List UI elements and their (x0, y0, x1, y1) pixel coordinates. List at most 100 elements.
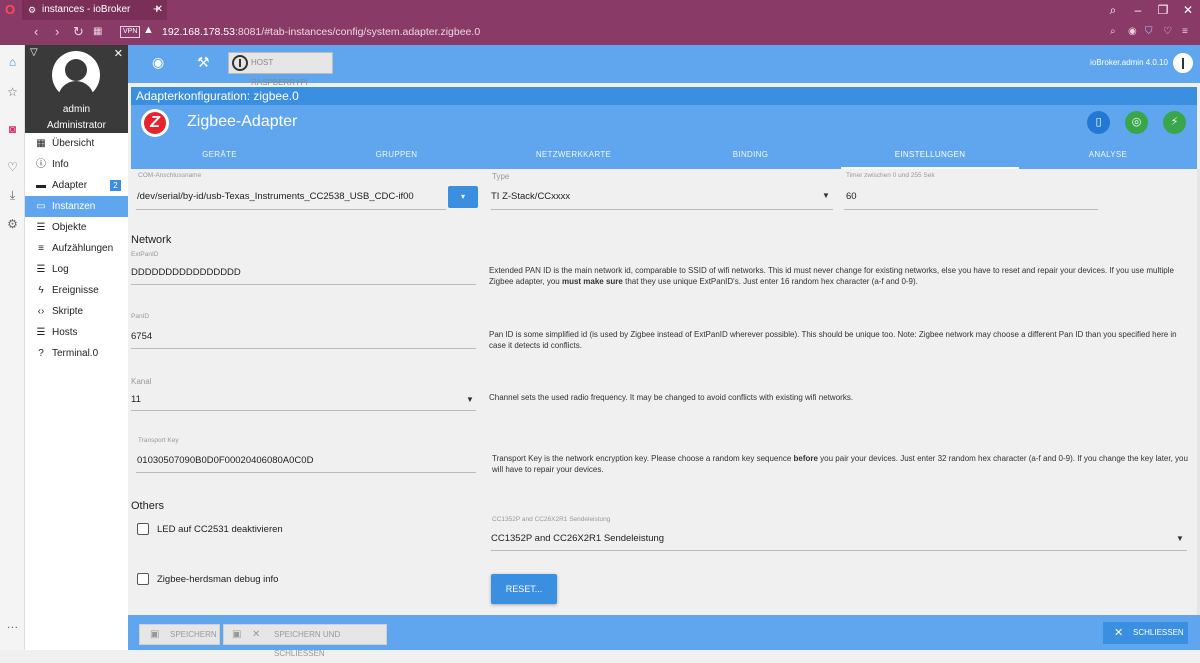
sidebar-item-ereignisse[interactable]: ϟ Ereignisse (25, 280, 128, 301)
sidebar-item-hosts[interactable]: ☰ Hosts (25, 322, 128, 343)
com-port-input[interactable]: /dev/serial/by-id/usb-Texas_Instruments_… (137, 191, 414, 202)
tab-gruppen[interactable]: GRUPPEN (308, 145, 485, 169)
browser-tab[interactable]: ⚙ instances - ioBroker ✕ (22, 0, 167, 20)
back-icon[interactable]: ‹ (34, 24, 38, 39)
save-icon: ▣ (150, 629, 160, 640)
address-bar: ‹ › ↻ ▦ VPN ▲ 192.168.178.53:8081/#tab-i… (0, 20, 1200, 45)
tab-einstellungen[interactable]: EINSTELLUNGEN (841, 145, 1019, 169)
iobroker-logo-icon[interactable] (1173, 53, 1193, 73)
transport-key-label: Transport Key (138, 437, 179, 444)
transport-help-bold: before (793, 454, 818, 463)
minimize-icon[interactable]: – (1125, 0, 1151, 20)
browser-titlebar: O ⚙ instances - ioBroker ✕ + ⌕ – ❐ ✕ (0, 0, 1200, 20)
sidebar-item-label: Info (52, 159, 69, 170)
type-underline (491, 209, 833, 210)
sidebar-item-uebersicht[interactable]: ▦ Übersicht (25, 133, 128, 154)
warning-icon[interactable]: ▲ (143, 24, 154, 36)
sidebar-item-instanzen[interactable]: ▭ Instanzen (25, 196, 128, 217)
cc-power-select[interactable]: CC1352P and CC26X2R1 Sendeleistung (491, 533, 664, 544)
eye-icon[interactable]: ◉ (152, 54, 164, 71)
sidebar-item-label: Log (52, 264, 69, 275)
com-port-dropdown-button[interactable]: ▾ (448, 186, 478, 208)
close-icon: ✕ (1114, 627, 1124, 639)
easy-setup-icon[interactable]: ≡ (1182, 26, 1188, 37)
tiles-icon[interactable]: ▦ (93, 26, 102, 37)
tab-geraete[interactable]: GERÄTE (131, 145, 308, 169)
sidebar-item-label: Adapter (52, 180, 88, 191)
sidebar-item-skripte[interactable]: ‹› Skripte (25, 301, 128, 322)
user-role: Administrator (47, 120, 106, 131)
extpanid-input[interactable]: DDDDDDDDDDDDDDDD (131, 267, 241, 278)
host-label: HOST RASPBERRYPI (251, 58, 308, 87)
download-icon[interactable]: ⤓ (5, 188, 20, 203)
heart-icon[interactable]: ♡ (1163, 26, 1172, 37)
settings-icon[interactable]: ⚙ (5, 217, 20, 232)
search-tabs-icon[interactable]: ⌕ (1100, 0, 1126, 20)
home-icon[interactable]: ⌂ (5, 55, 20, 70)
tab-netzwerkkarte[interactable]: NETZWERKKARTE (485, 145, 662, 169)
tab-binding[interactable]: BINDING (662, 145, 839, 169)
more-icon[interactable]: … (5, 617, 20, 632)
sidebar-item-label: Ereignisse (52, 285, 99, 296)
snapshot-icon[interactable]: ◉ (1128, 26, 1137, 37)
touchlink-icon[interactable]: ⚡ (1163, 111, 1186, 134)
close-icon: ✕ (252, 629, 261, 640)
sidebar-item-terminal[interactable]: ? Terminal.0 (25, 343, 128, 364)
wrench-icon[interactable]: ⚒ (197, 54, 210, 71)
instagram-icon[interactable]: ◙ (5, 122, 20, 137)
adapter-update-badge: 2 (110, 180, 121, 191)
led-checkbox[interactable] (137, 523, 149, 535)
pairing-code-icon[interactable]: ▯ (1087, 111, 1110, 134)
collapse-menu-icon[interactable]: ▽ (30, 47, 38, 58)
close-dialog-button[interactable]: ✕ SCHLIESSEN (1103, 622, 1188, 644)
history-heart-icon[interactable]: ♡ (5, 160, 20, 175)
close-window-icon[interactable]: ✕ (1175, 0, 1200, 20)
forward-icon[interactable]: › (55, 24, 59, 39)
timer-underline (844, 209, 1098, 210)
url-field[interactable]: 192.168.178.53:8081/#tab-instances/confi… (162, 26, 480, 38)
sidebar-item-label: Übersicht (52, 138, 95, 149)
com-port-underline (136, 209, 446, 210)
cc-power-chevron-down-icon[interactable]: ▼ (1176, 534, 1184, 543)
type-chevron-down-icon[interactable]: ▼ (822, 191, 830, 200)
transport-key-input[interactable]: 01030507090B0D0F00020406080A0C0D (137, 455, 313, 466)
maximize-icon[interactable]: ❐ (1150, 0, 1176, 20)
sidebar-item-aufzaehlungen[interactable]: ≡ Aufzählungen (25, 238, 128, 259)
grid-icon: ▦ (36, 138, 46, 149)
led-checkbox-label[interactable]: LED auf CC2531 deaktivieren (157, 524, 283, 535)
pairing-icon[interactable]: ◎ (1125, 111, 1148, 134)
new-tab-icon[interactable]: + (153, 1, 161, 16)
timer-input[interactable]: 60 (846, 191, 857, 202)
adapter-header: Z Zigbee-Adapter ▯ ◎ ⚡ GERÄTE GRUPPEN NE… (131, 105, 1197, 169)
host-selector[interactable]: HOST RASPBERRYPI (228, 52, 333, 87)
close-menu-icon[interactable]: ✕ (114, 47, 123, 60)
sidebar-item-info[interactable]: ⓘ Info (25, 154, 128, 175)
debug-checkbox[interactable] (137, 573, 149, 585)
shield-icon[interactable]: ⛉ (1145, 26, 1153, 37)
panid-input[interactable]: 6754 (131, 331, 152, 342)
star-icon[interactable]: ☆ (5, 85, 20, 100)
tab-analyse[interactable]: ANALYSE (1019, 145, 1197, 169)
sidebar-item-label: Terminal.0 (52, 348, 99, 359)
panid-underline (131, 348, 476, 349)
search-page-icon[interactable]: ⌕ (1110, 26, 1116, 37)
save-and-close-button[interactable]: ▣ ✕ SPEICHERN UND SCHLIESSEN (223, 624, 387, 658)
sidebar-item-log[interactable]: ☰ Log (25, 259, 128, 280)
kanal-select[interactable]: 11 (131, 394, 141, 405)
save-label: SPEICHERN (170, 630, 217, 639)
kanal-chevron-down-icon[interactable]: ▼ (466, 395, 474, 404)
user-name: admin (62, 104, 91, 115)
reload-icon[interactable]: ↻ (73, 24, 84, 40)
kanal-underline (131, 410, 476, 411)
save-and-close-label: SPEICHERN UND SCHLIESSEN (274, 630, 341, 658)
save-button[interactable]: ▣ SPEICHERN (139, 624, 220, 645)
vpn-badge[interactable]: VPN (120, 26, 141, 38)
sidebar-item-adapter[interactable]: ▬ Adapter 2 (25, 175, 128, 196)
type-select[interactable]: TI Z-Stack/CCxxxx (491, 191, 570, 202)
sidebar-item-label: Skripte (52, 306, 84, 317)
reset-button[interactable]: RESET... (491, 574, 557, 604)
debug-checkbox-label[interactable]: Zigbee-herdsman debug info (157, 574, 278, 585)
sidebar-item-objekte[interactable]: ☰ Objekte (25, 217, 128, 238)
type-label: Type (492, 172, 510, 181)
opera-logo-icon[interactable]: O (5, 2, 15, 17)
